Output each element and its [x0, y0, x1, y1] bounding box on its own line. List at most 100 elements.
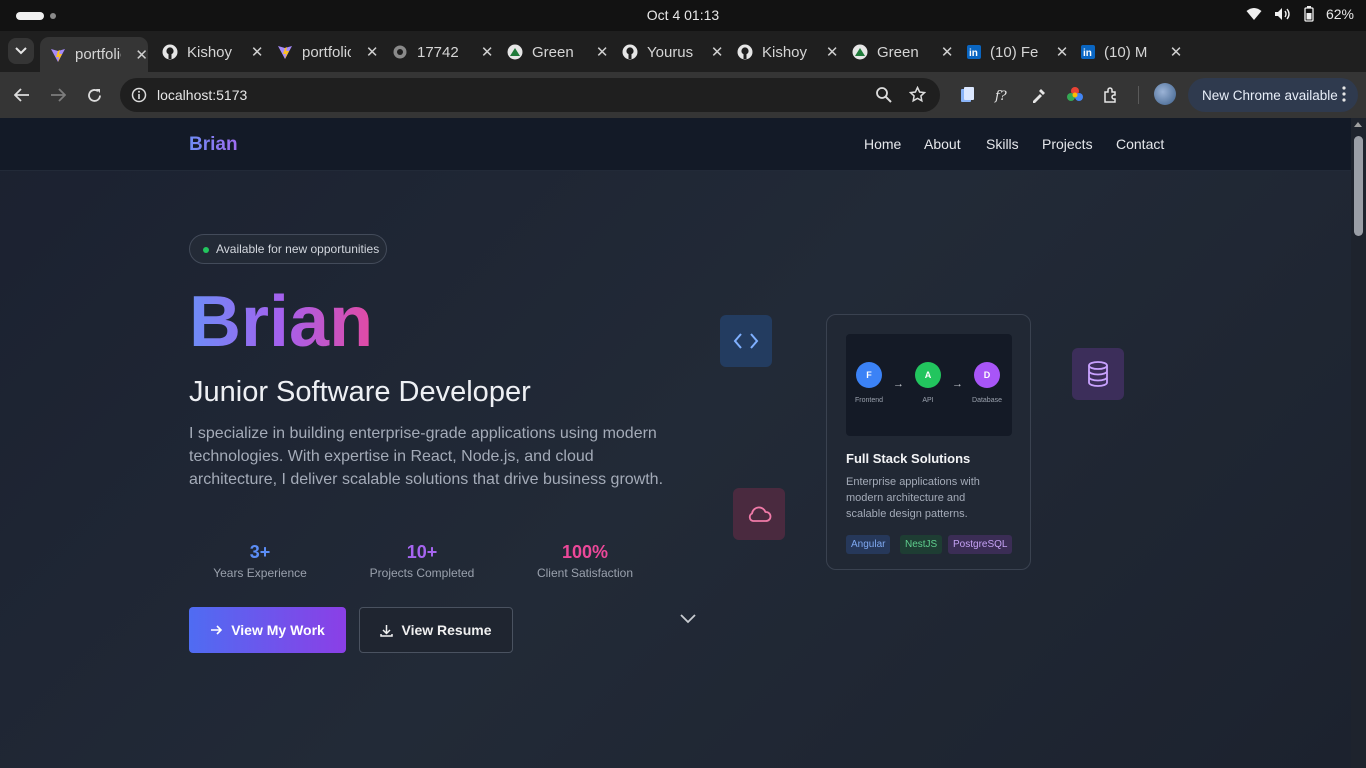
- close-tab-icon[interactable]: ✕: [595, 43, 609, 61]
- page-scrollbar[interactable]: [1351, 118, 1366, 768]
- new-chrome-label: New Chrome available: [1202, 87, 1338, 103]
- tab-linkedin[interactable]: in (10) Fe ✕: [957, 37, 1069, 67]
- frontend-node-label: Frontend: [854, 397, 884, 404]
- tab-kishoy[interactable]: Kishoy ✕: [152, 37, 264, 67]
- card-title: Full Stack Solutions: [846, 451, 971, 466]
- close-tab-icon[interactable]: ✕: [480, 43, 494, 61]
- extension-eyedropper-icon[interactable]: [1029, 85, 1049, 105]
- globe-icon: [392, 44, 408, 60]
- nav-link-contact[interactable]: Contact: [1116, 136, 1164, 152]
- availability-badge: Available for new opportunities: [189, 234, 387, 264]
- tab-title: Yourus: [647, 43, 694, 61]
- tab-title: Green: [877, 43, 919, 61]
- tab-green-2[interactable]: Green ✕: [842, 37, 954, 67]
- address-bar[interactable]: localhost:5173: [120, 78, 940, 112]
- screen: Oct 4 01:13 62% portfolio ✕ Kishoy: [0, 0, 1366, 768]
- close-tab-icon[interactable]: ✕: [940, 43, 954, 61]
- tab-17742[interactable]: 17742 ✕: [382, 37, 494, 67]
- svg-text:in: in: [1083, 48, 1092, 59]
- download-icon: [380, 624, 394, 637]
- stat-value: 3+: [249, 542, 271, 562]
- database-node: D: [974, 362, 1000, 388]
- tab-kishoy-2[interactable]: Kishoy ✕: [727, 37, 839, 67]
- more-menu-icon[interactable]: [1342, 86, 1346, 105]
- tab-title: Green: [532, 43, 574, 61]
- nav-link-about[interactable]: About: [924, 136, 961, 152]
- arrow-icon: →: [952, 378, 963, 390]
- tab-portfolio[interactable]: portfolio ✕: [267, 37, 379, 67]
- page-viewport: Brian Home About Skills Projects Contact…: [0, 118, 1366, 768]
- system-tray[interactable]: 62%: [1246, 6, 1354, 22]
- tab-title: portfolio: [75, 46, 121, 63]
- new-chrome-available-button[interactable]: New Chrome available: [1188, 78, 1358, 112]
- github-icon: [737, 44, 753, 60]
- reload-button[interactable]: [83, 84, 105, 106]
- profile-avatar[interactable]: [1154, 83, 1176, 105]
- volume-icon: [1274, 7, 1292, 21]
- stat-projects: 10+ Projects Completed: [366, 542, 478, 580]
- chevron-down-icon: [15, 47, 27, 55]
- vite-icon: [50, 47, 66, 63]
- site-info-icon[interactable]: [131, 87, 147, 108]
- hero-role: Junior Software Developer: [189, 376, 531, 408]
- os-top-bar: Oct 4 01:13 62%: [0, 0, 1366, 31]
- scroll-up-arrow-icon[interactable]: [1354, 122, 1362, 127]
- tab-yourus[interactable]: Yourus ✕: [612, 37, 724, 67]
- tab-title: Kishoy: [762, 43, 808, 61]
- stat-label: Client Satisfaction: [536, 566, 634, 580]
- linkedin-icon: in: [967, 44, 982, 60]
- close-tab-icon[interactable]: ✕: [135, 46, 148, 64]
- arrow-icon: →: [893, 378, 904, 390]
- tab-title: Kishoy: [187, 43, 233, 61]
- tech-chip-angular: Angular: [846, 535, 891, 554]
- view-resume-label: View Resume: [401, 622, 492, 638]
- full-stack-card[interactable]: F Frontend → A API → D Database Full Sta…: [826, 314, 1031, 570]
- github-icon: [162, 44, 178, 60]
- tab-linkedin-2[interactable]: in (10) M ✕: [1071, 37, 1183, 67]
- forward-button[interactable]: [47, 84, 69, 106]
- extension-clipboard-icon[interactable]: [957, 85, 977, 105]
- close-tab-icon[interactable]: ✕: [710, 43, 724, 61]
- api-node: A: [915, 362, 941, 388]
- tab-green[interactable]: Green ✕: [497, 37, 609, 67]
- tab-search-button[interactable]: [8, 38, 34, 64]
- close-tab-icon[interactable]: ✕: [1169, 43, 1183, 61]
- greenlake-icon: [507, 44, 523, 60]
- nav-link-projects[interactable]: Projects: [1042, 136, 1093, 152]
- scroll-down-chevron-icon[interactable]: [679, 612, 697, 630]
- close-tab-icon[interactable]: ✕: [1055, 43, 1069, 61]
- browser-toolbar: localhost:5173 f? New Chrome available: [0, 72, 1366, 118]
- extensions-puzzle-icon[interactable]: [1101, 85, 1121, 105]
- tech-chip-postgresql: PostgreSQL: [948, 535, 1013, 554]
- tab-title: (10) M: [1104, 43, 1148, 61]
- system-clock[interactable]: Oct 4 01:13: [0, 7, 1366, 23]
- view-my-work-button[interactable]: View My Work: [189, 607, 346, 653]
- back-button[interactable]: [11, 84, 33, 106]
- site-brand-logo[interactable]: Brian: [189, 134, 238, 156]
- tab-portfolio-active[interactable]: portfolio ✕: [40, 37, 148, 72]
- nav-link-skills[interactable]: Skills: [986, 136, 1019, 152]
- bookmark-star-icon[interactable]: [908, 85, 927, 108]
- tab-title: portfolio: [302, 43, 352, 61]
- view-resume-button[interactable]: View Resume: [359, 607, 513, 653]
- extension-formula-icon[interactable]: f?: [993, 85, 1013, 105]
- nav-link-home[interactable]: Home: [864, 136, 901, 152]
- close-tab-icon[interactable]: ✕: [250, 43, 264, 61]
- close-tab-icon[interactable]: ✕: [365, 43, 379, 61]
- zoom-icon[interactable]: [875, 86, 892, 108]
- battery-percent: 62%: [1325, 6, 1354, 22]
- url-text[interactable]: localhost:5173: [157, 87, 247, 103]
- stat-value: 100%: [561, 542, 609, 562]
- close-tab-icon[interactable]: ✕: [825, 43, 839, 61]
- scrollbar-thumb[interactable]: [1354, 136, 1363, 236]
- reload-icon: [87, 88, 101, 102]
- database-tile: [1072, 348, 1124, 400]
- hero-name: Brian: [189, 282, 374, 362]
- svg-text:f?: f?: [994, 89, 1008, 103]
- code-tile: [720, 315, 772, 367]
- extension-color-icon[interactable]: [1065, 85, 1085, 105]
- svg-text:in: in: [969, 48, 978, 59]
- view-my-work-label: View My Work: [231, 622, 325, 638]
- forward-arrow-icon: [51, 88, 66, 102]
- hero-description: I specialize in building enterprise-grad…: [189, 425, 664, 488]
